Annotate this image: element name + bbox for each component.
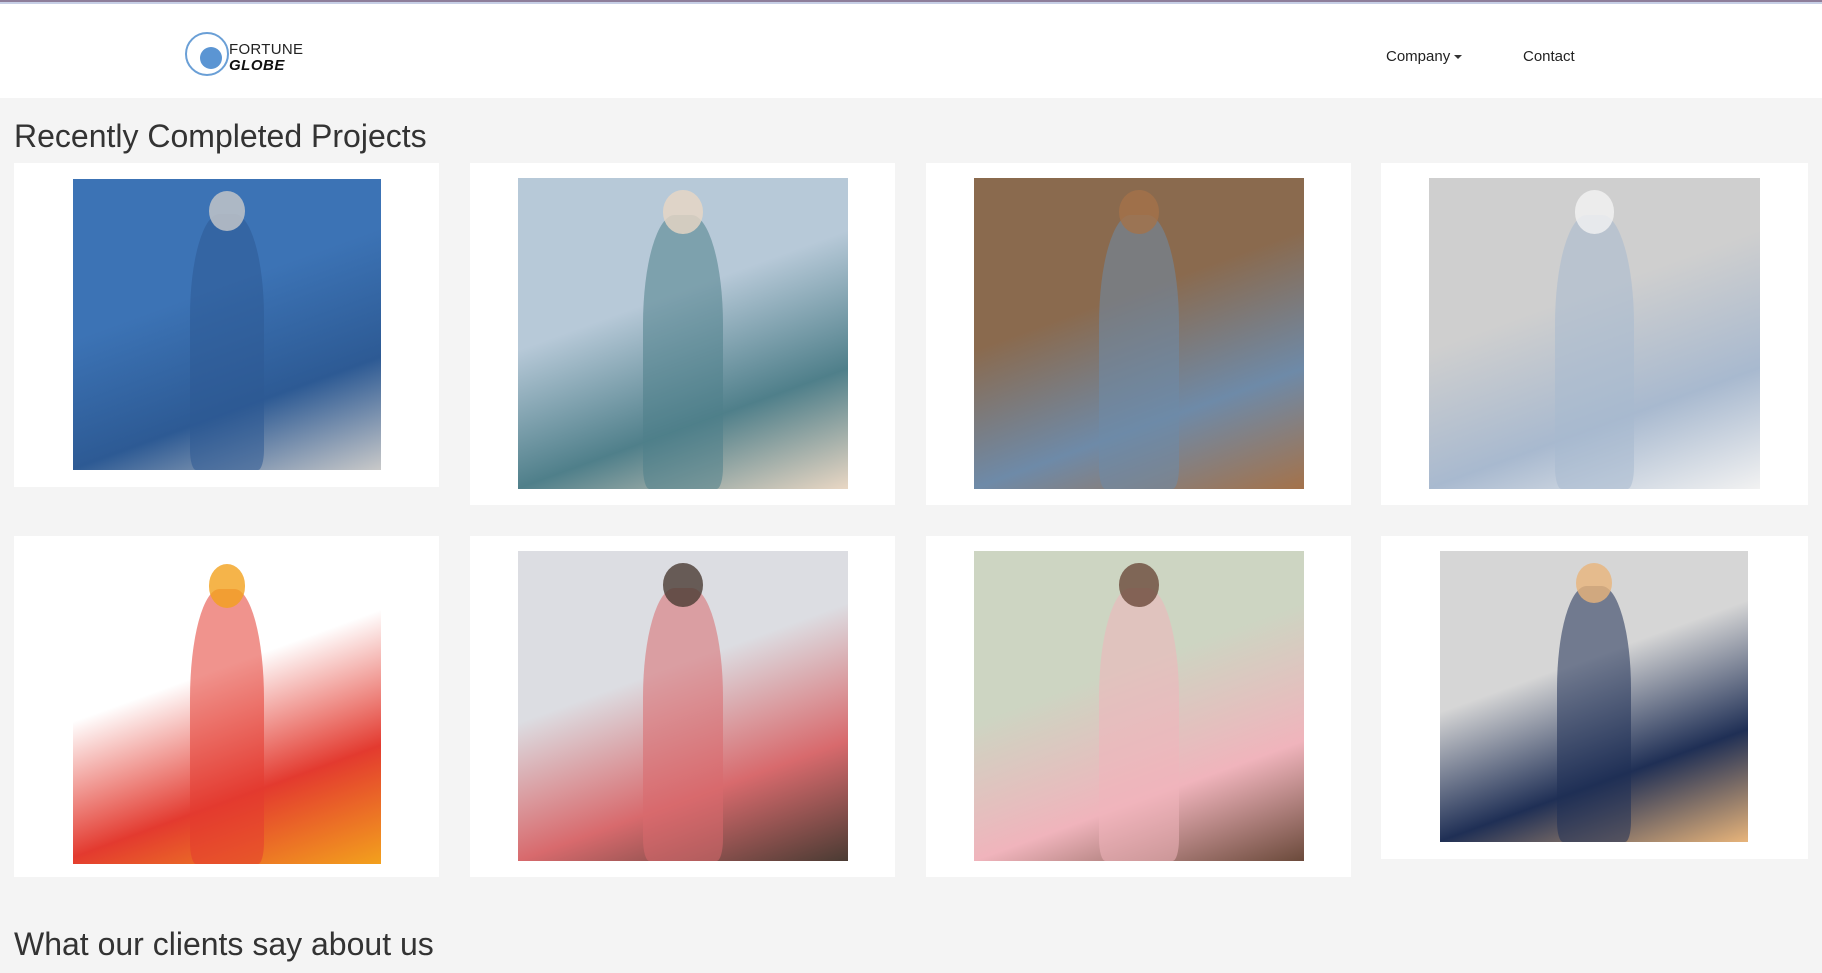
project-photo-man-in-red-shirt — [518, 551, 848, 861]
project-photo-man-on-beach — [518, 178, 848, 489]
project-card[interactable] — [926, 536, 1351, 877]
nav-contact-link[interactable]: Contact — [1523, 48, 1575, 65]
photo-figure-silhouette — [1554, 215, 1635, 489]
site-header: FORTUNE GLOBE Company Contact — [0, 4, 1822, 98]
photo-figure-head — [663, 563, 703, 607]
photo-figure-silhouette — [643, 588, 723, 861]
project-photo-couple-on-sofa — [974, 178, 1304, 489]
nav-company-label: Company — [1386, 48, 1451, 65]
clients-heading: What our clients say about us — [14, 926, 434, 962]
caret-down-icon — [1454, 55, 1463, 60]
project-card[interactable] — [1381, 163, 1808, 505]
photo-figure-head — [1119, 563, 1159, 607]
photo-figure-silhouette — [1099, 215, 1179, 489]
project-photo-man-in-light-blazer — [1429, 178, 1760, 489]
photo-figure-head — [663, 190, 703, 234]
photo-figure-silhouette — [643, 215, 723, 489]
logo-text-line2: GLOBE — [229, 57, 285, 74]
project-photo-two-men-in-sunglasses — [1440, 551, 1748, 842]
site-logo[interactable]: FORTUNE GLOBE — [185, 32, 315, 84]
project-card[interactable] — [470, 536, 895, 877]
projects-heading: Recently Completed Projects — [14, 118, 427, 154]
project-photo-woman-in-pink-blouse — [974, 551, 1304, 861]
photo-figure-head — [1574, 190, 1615, 234]
project-card[interactable] — [470, 163, 895, 505]
photo-figure-silhouette — [1557, 585, 1631, 842]
photo-figure-silhouette — [1099, 588, 1179, 861]
globe-logo-icon — [185, 32, 229, 76]
photo-figure-head — [1119, 190, 1159, 234]
photo-figure-silhouette — [190, 589, 264, 864]
photo-figure-silhouette — [190, 213, 264, 470]
project-card[interactable] — [14, 536, 439, 877]
project-card[interactable] — [1381, 536, 1808, 859]
project-card[interactable] — [926, 163, 1351, 505]
project-card[interactable] — [14, 163, 439, 487]
logo-text-line1: FORTUNE — [229, 41, 304, 58]
project-photo-man-in-blue-blazer — [73, 179, 381, 470]
project-photo-illustration — [73, 552, 381, 864]
nav-company-dropdown[interactable]: Company — [1386, 48, 1463, 65]
